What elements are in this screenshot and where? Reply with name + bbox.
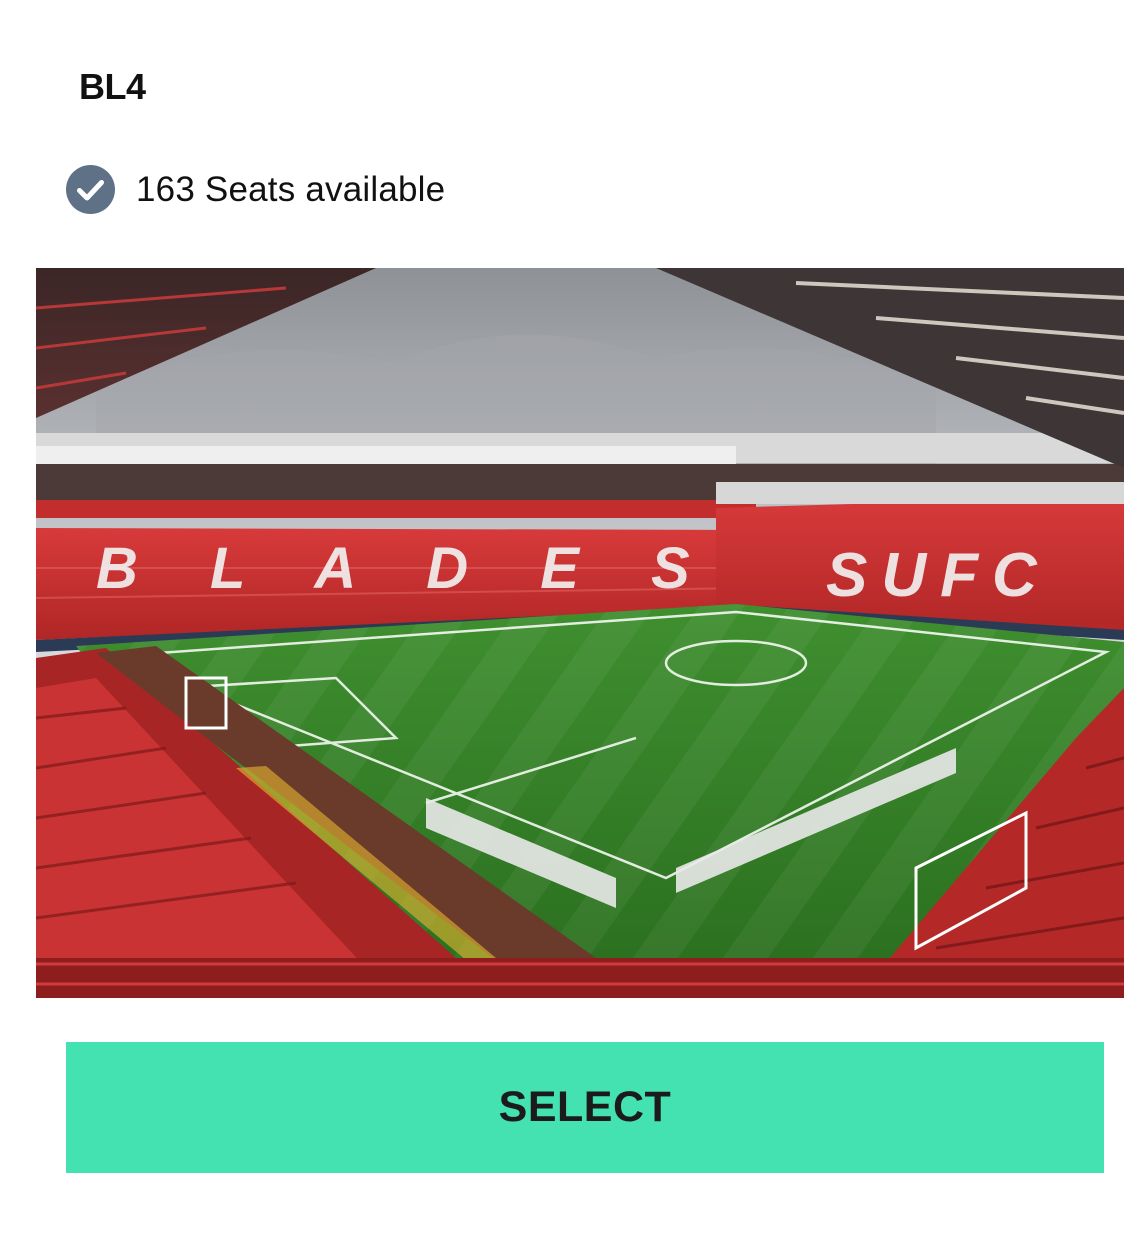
select-button[interactable]: SELECT: [66, 1042, 1104, 1173]
svg-text:B L A D E S: B L A D E S: [96, 536, 718, 601]
check-circle-icon: [66, 165, 115, 214]
stadium-view-image: B L A D E S SUFC: [36, 268, 1124, 998]
select-button-label: SELECT: [498, 1083, 672, 1131]
seats-available-text: 163 Seats available: [136, 169, 446, 209]
seat-availability: 163 Seats available: [66, 165, 445, 214]
seat-block-card: BL4 163 Seats available B L A D E S SUFC…: [0, 0, 1124, 1257]
block-title: BL4: [79, 66, 146, 107]
svg-text:SUFC: SUFC: [826, 541, 1051, 610]
